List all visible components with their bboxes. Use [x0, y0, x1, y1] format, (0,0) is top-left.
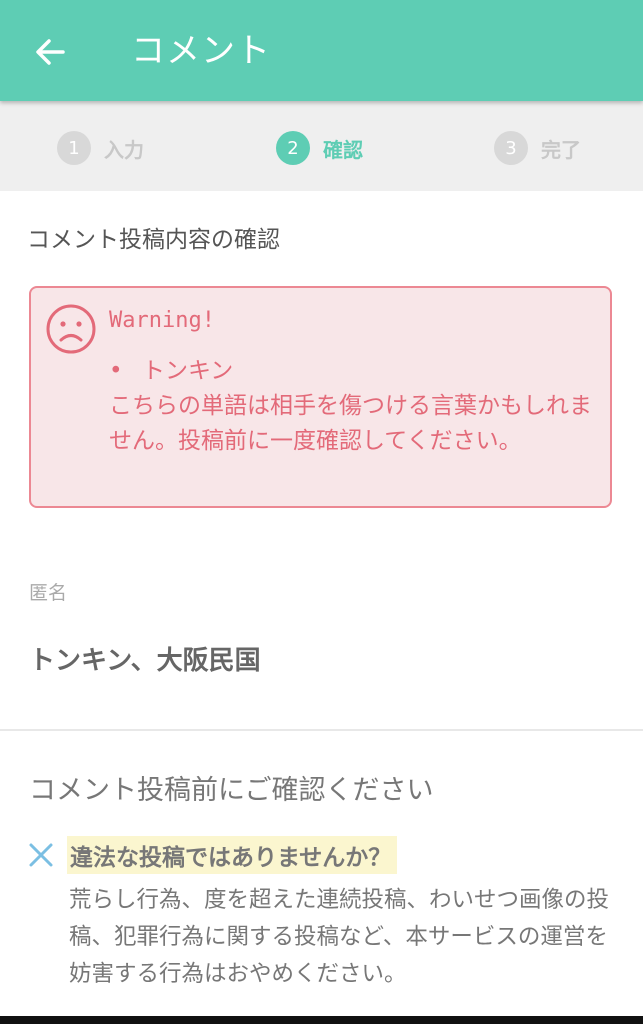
step-label: 確認 — [323, 137, 363, 162]
back-button[interactable] — [30, 32, 70, 72]
warning-box: Warning! • トンキン こちらの単語は相手を傷つける言葉かもしれません。投… — [29, 286, 612, 508]
step-complete: 3 完了 — [494, 131, 581, 165]
notice-question-row: 違法な投稿ではありませんか？ — [27, 836, 398, 874]
page-title: コメント — [131, 31, 271, 71]
step-indicator: 1 入力 2 確認 3 完了 — [0, 101, 643, 191]
arrow-left-icon — [36, 39, 65, 65]
warning-item: • トンキン こちらの単語は相手を傷つける言葉かもしれません。投稿前に一度確認して… — [109, 354, 599, 459]
notice-title: コメント投稿前にご確認ください — [29, 775, 434, 806]
step-confirm: 2 確認 — [276, 131, 363, 165]
author-label: 匿名 — [29, 582, 68, 604]
notice-body: 荒らし行為、度を超えた連続投稿、わいせつ画像の投稿、犯罪行為に関する投稿など、本… — [69, 887, 610, 987]
comment-text: トンキン、大阪民国 — [29, 646, 261, 676]
step-number: 3 — [494, 131, 528, 165]
app-bar: コメント — [0, 0, 643, 101]
warning-message: こちらの単語は相手を傷つける言葉かもしれません。投稿前に一度確認してください。 — [109, 393, 592, 454]
system-nav-bar — [0, 1016, 643, 1024]
x-mark-icon — [29, 843, 53, 867]
step-label: 入力 — [104, 137, 144, 162]
section-title: コメント投稿内容の確認 — [27, 227, 280, 253]
step-input: 1 入力 — [57, 131, 144, 165]
notice-question: 違法な投稿ではありませんか？ — [67, 836, 398, 874]
step-number: 1 — [57, 131, 91, 165]
step-number: 2 — [276, 131, 310, 165]
warning-title: Warning! — [109, 308, 215, 333]
warning-word: トンキン — [142, 358, 234, 384]
divider — [0, 729, 643, 731]
sad-face-icon — [46, 304, 96, 354]
bullet: • — [109, 358, 123, 384]
step-label: 完了 — [541, 137, 581, 162]
